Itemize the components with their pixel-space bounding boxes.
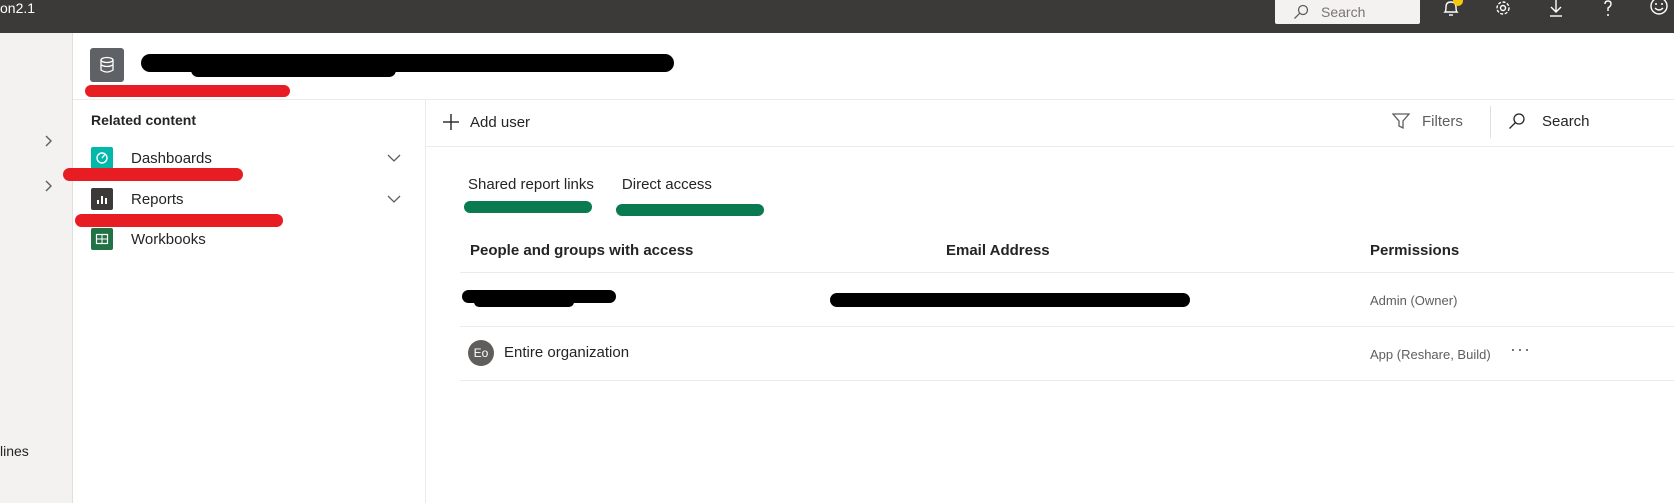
top-bar: on2.1 Search <box>0 0 1674 33</box>
access-tabs: Shared report links Direct access <box>468 174 740 210</box>
related-item-workbooks[interactable]: Workbooks <box>91 226 401 252</box>
column-header-permissions[interactable]: Permissions <box>1370 242 1459 259</box>
dataset-header <box>73 33 1674 100</box>
dashboard-icon <box>91 147 113 169</box>
related-content-title: Related content <box>91 112 197 128</box>
tab-shared-report-links[interactable]: Shared report links <box>468 174 594 204</box>
related-content-panel: Related content Dashboards Reports Workb… <box>63 100 426 503</box>
add-user-label: Add user <box>470 113 531 131</box>
table-row[interactable]: Admin (Owner) <box>460 273 1674 327</box>
green-annotation-mark <box>464 201 592 213</box>
download-icon[interactable] <box>1545 0 1567 18</box>
global-search-input[interactable]: Search <box>1275 0 1420 24</box>
redacted-email <box>830 293 1190 307</box>
toolbar-divider <box>1490 106 1491 138</box>
related-item-label: Workbooks <box>131 230 206 248</box>
app-title: on2.1 <box>0 0 36 16</box>
access-search-label: Search <box>1542 112 1590 130</box>
related-item-label: Reports <box>131 190 184 208</box>
red-annotation-mark <box>75 214 283 227</box>
user-name: Entire organization <box>504 344 630 361</box>
column-header-email[interactable]: Email Address <box>946 242 1050 259</box>
related-item-label: Dashboards <box>131 149 212 167</box>
access-search-input[interactable]: Search <box>1508 112 1590 130</box>
excel-workbook-icon <box>91 228 113 250</box>
rail-item-label[interactable]: lines <box>0 443 29 459</box>
access-table: People and groups with access Email Addr… <box>460 230 1674 381</box>
avatar: Eo <box>468 340 494 366</box>
add-user-button[interactable]: Add user <box>442 113 530 131</box>
left-nav-rail: lines <box>0 33 73 503</box>
filter-icon <box>1392 113 1410 130</box>
filters-button[interactable]: Filters <box>1392 112 1463 130</box>
manage-access-main: Add user Filters Search Shared report li… <box>426 100 1674 503</box>
related-item-reports[interactable]: Reports <box>91 186 401 212</box>
database-icon <box>90 48 124 82</box>
column-header-people[interactable]: People and groups with access <box>470 242 693 259</box>
chevron-right-icon[interactable] <box>42 134 56 148</box>
search-icon <box>1294 4 1309 19</box>
tab-direct-access[interactable]: Direct access <box>615 174 718 210</box>
red-annotation-mark <box>63 168 243 181</box>
access-toolbar: Add user Filters Search <box>426 100 1674 147</box>
redacted-dataset-title <box>191 63 396 77</box>
gear-icon[interactable] <box>1492 0 1514 18</box>
chevron-down-icon[interactable] <box>387 192 401 206</box>
plus-icon <box>443 114 459 130</box>
more-options-icon[interactable]: ··· <box>1510 339 1531 360</box>
permission-value: Admin (Owner) <box>1370 293 1458 308</box>
chevron-right-icon[interactable] <box>42 179 56 193</box>
search-icon <box>1509 113 1525 129</box>
table-header-row: People and groups with access Email Addr… <box>460 230 1674 273</box>
report-icon <box>91 188 113 210</box>
red-annotation-mark <box>85 85 290 97</box>
global-search-placeholder: Search <box>1321 4 1366 20</box>
redacted-user-name <box>474 297 574 307</box>
green-annotation-mark <box>616 204 764 216</box>
filters-label: Filters <box>1422 112 1463 130</box>
permission-value: App (Reshare, Build) <box>1370 347 1491 362</box>
help-icon[interactable] <box>1597 0 1619 18</box>
table-row[interactable]: Eo Entire organization App (Reshare, Bui… <box>460 327 1674 381</box>
smiley-icon[interactable] <box>1648 0 1670 18</box>
chevron-down-icon[interactable] <box>387 151 401 165</box>
